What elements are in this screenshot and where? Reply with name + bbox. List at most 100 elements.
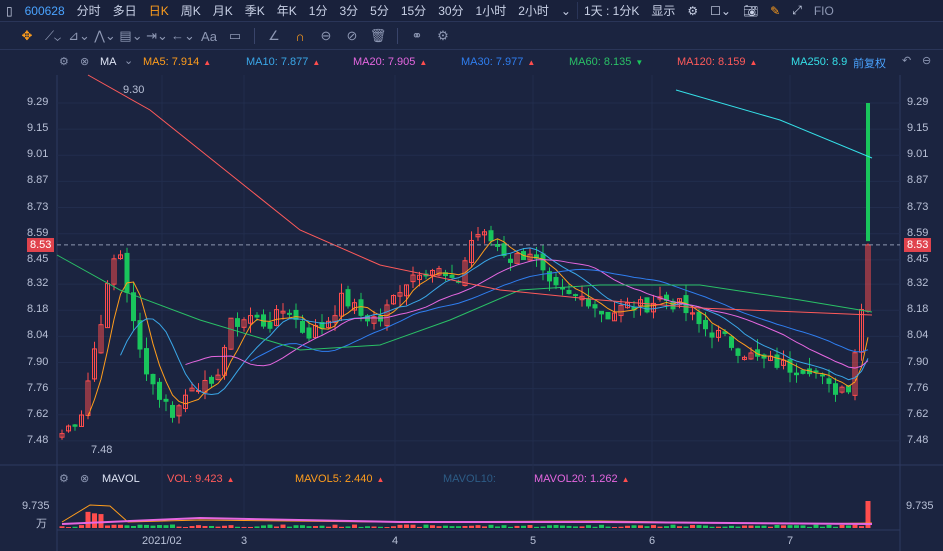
volume-bar	[820, 526, 825, 528]
price-tick-right: 8.73	[907, 200, 929, 213]
volume-bar	[826, 524, 832, 528]
candle-body	[696, 311, 702, 325]
price-tick-left: 7.76	[27, 381, 49, 394]
volume-bar	[534, 526, 539, 528]
price-tick-right: 8.32	[907, 277, 929, 290]
volume-bar	[222, 525, 227, 528]
candle-body	[592, 304, 598, 309]
volume-bar	[709, 526, 715, 528]
candle-body	[124, 252, 130, 293]
volume-bar	[839, 524, 845, 528]
volume-bar	[85, 511, 91, 528]
kline-chart[interactable]	[0, 0, 943, 551]
volume-bar	[157, 525, 162, 528]
price-tick-left: 8.73	[27, 200, 49, 213]
volume-bar	[345, 526, 351, 528]
vol-max-right: 9.735	[906, 500, 934, 512]
candle-body	[163, 398, 169, 402]
price-tick-right: 7.90	[907, 355, 929, 368]
volume-bar	[514, 525, 520, 528]
volume-bar	[735, 526, 741, 528]
candle-body	[508, 258, 513, 263]
price-tick-right: 9.15	[907, 122, 929, 135]
candle-body	[293, 309, 299, 320]
candle-body	[300, 320, 305, 333]
volume-bar	[280, 524, 286, 528]
volume-bar	[339, 526, 344, 528]
vol-indicator-select[interactable]: MAVOL	[102, 473, 140, 485]
price-tick-left: 9.15	[27, 122, 49, 135]
volume-bar	[664, 526, 669, 528]
volume-bar	[274, 526, 279, 528]
candle-body	[735, 348, 741, 356]
volume-bar	[241, 526, 247, 528]
volume-bar	[729, 525, 734, 528]
volume-bar	[527, 525, 533, 528]
volume-bar	[722, 526, 728, 528]
volume-bar	[482, 526, 487, 528]
price-tick-left: 8.45	[27, 252, 49, 265]
volume-bar	[319, 525, 325, 528]
current-price-tag-right: 8.53	[904, 237, 932, 252]
candle-body	[540, 253, 546, 271]
price-tick-right: 8.04	[907, 329, 929, 342]
volume-bar	[644, 526, 650, 528]
volume-bar	[768, 526, 773, 528]
volume-bar	[150, 525, 156, 528]
candle-body	[170, 404, 175, 418]
candle-body	[150, 373, 156, 385]
price-tick-right: 8.87	[907, 174, 929, 187]
vol-unit: 万	[36, 518, 47, 530]
volume-bar	[677, 526, 682, 528]
volume-bar	[430, 525, 435, 528]
time-tick: 3	[241, 535, 248, 547]
volume-bar	[209, 525, 214, 528]
volume-bar	[475, 525, 481, 528]
time-tick: 7	[787, 535, 794, 547]
vol-legend-item-3: MAVOL20: 1.262 ▲	[534, 473, 630, 485]
vol-legend-item-2: MAVOL10:	[443, 473, 496, 485]
candle-body	[573, 294, 578, 297]
volume-bar	[111, 524, 117, 528]
candle-body	[144, 348, 149, 375]
volume-bar	[716, 526, 721, 528]
volume-bar	[248, 526, 253, 528]
volume-bar	[170, 524, 175, 528]
candle-body	[345, 289, 351, 307]
candle-body	[209, 376, 214, 384]
volume-bar	[462, 525, 468, 528]
volume-bar	[423, 524, 429, 528]
volume-bar	[683, 526, 689, 528]
candle-body	[586, 298, 591, 307]
volume-bar	[176, 526, 182, 528]
time-tick: 6	[649, 535, 656, 547]
volume-bar	[521, 525, 526, 528]
volume-bar	[358, 526, 364, 528]
volume-bar	[326, 526, 331, 528]
volume-bar	[124, 525, 130, 528]
candle-body	[605, 311, 611, 320]
volume-bar	[586, 525, 591, 528]
price-tick-right: 8.18	[907, 303, 929, 316]
trend-up-icon: ▲	[621, 475, 630, 484]
candle-body	[833, 383, 838, 395]
volume-bar	[397, 524, 403, 528]
vol-close-icon[interactable]: ⊗	[80, 472, 89, 485]
current-price-tag-left: 8.53	[27, 237, 55, 252]
vol-settings-icon[interactable]: ⚙	[59, 472, 69, 485]
volume-bar	[742, 525, 747, 528]
price-tick-left: 9.29	[27, 96, 49, 108]
candle-body	[820, 374, 825, 377]
candle-body	[235, 318, 240, 327]
candle-body	[787, 359, 793, 373]
candle-body	[267, 322, 273, 329]
volume-bar	[449, 526, 455, 528]
volume-bar	[755, 525, 760, 528]
volume-bar	[813, 524, 819, 528]
volume-bar	[625, 525, 630, 528]
price-tick-left: 7.62	[27, 407, 49, 420]
volume-bar	[612, 526, 617, 528]
trend-up-icon: ▲	[226, 475, 235, 484]
high-price-label: 9.30	[123, 84, 145, 96]
candle-body	[866, 103, 870, 242]
